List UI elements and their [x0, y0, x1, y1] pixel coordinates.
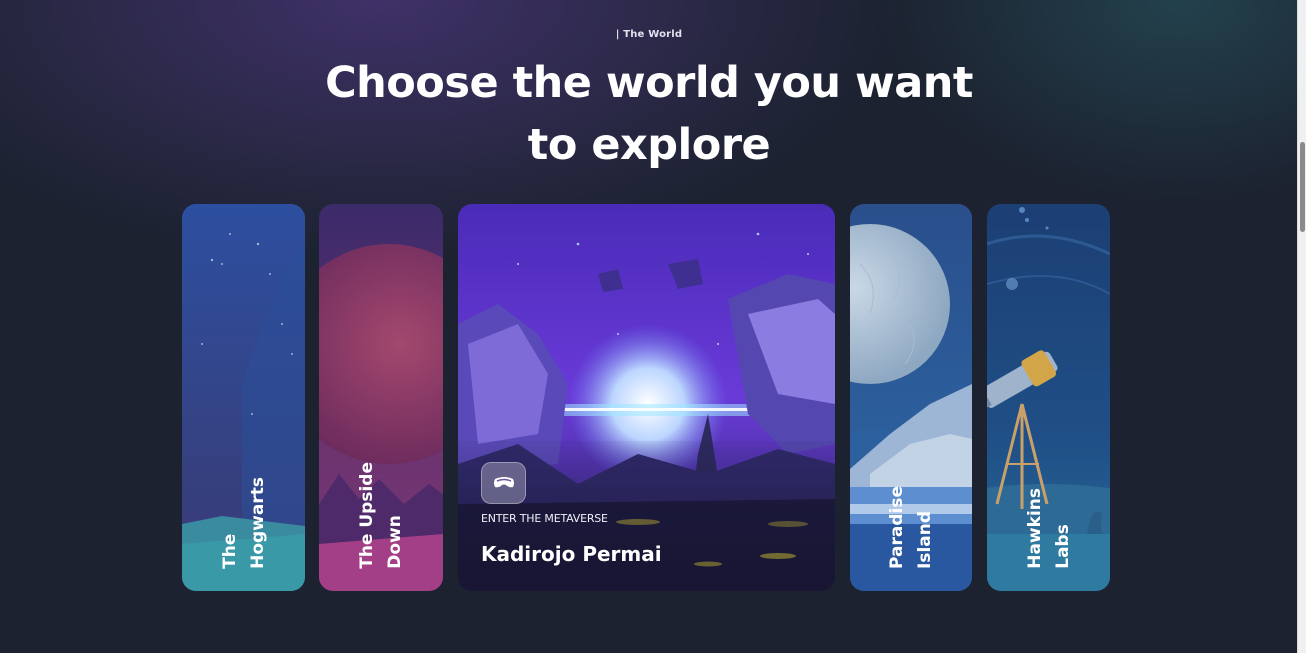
featured-title: Kadirojo Permai [481, 542, 662, 566]
world-card-hogwarts[interactable]: The Hogwarts [182, 204, 305, 591]
vr-headset-icon [493, 477, 514, 488]
hawkins-labs-label: Hawkins Labs [1021, 488, 1077, 569]
section-eyebrow: | The World [615, 29, 683, 40]
hawkins-labs-label-line-2: Labs [1052, 524, 1073, 569]
heading-line-1: Choose the world you want [325, 58, 973, 108]
world-card-paradise-island[interactable]: Paradise Island [850, 204, 972, 591]
hogwarts-label-line-2: Hogwarts [247, 477, 268, 569]
paradise-island-label-line-2: Island [915, 510, 935, 569]
upside-down-label-line-2: Down [385, 515, 405, 569]
scrollbar-thumb[interactable] [1300, 142, 1305, 232]
world-card-kadirojo-permai[interactable]: ENTER THE METAVERSE Kadirojo Permai [458, 204, 835, 591]
hogwarts-label-line-1: The [219, 533, 240, 569]
page-scrollbar[interactable] [1297, 0, 1306, 653]
hawkins-labs-label-line-1: Hawkins [1024, 488, 1045, 569]
featured-tag: ENTER THE METAVERSE [481, 512, 608, 525]
paradise-island-label: Paradise Island [883, 486, 939, 569]
upside-down-label-line-1: The Upside [357, 462, 377, 569]
vr-badge [481, 462, 526, 504]
world-card-hawkins-labs[interactable]: Hawkins Labs [987, 204, 1110, 591]
paradise-island-label-line-1: Paradise [887, 486, 907, 569]
world-card-upside-down[interactable]: The Upside Down [319, 204, 443, 591]
upside-down-label: The Upside Down [353, 462, 409, 569]
hogwarts-label: The Hogwarts [216, 477, 272, 569]
heading-line-2: to explore [527, 120, 771, 170]
section-heading: Choose the world you want to explore [0, 52, 1298, 176]
